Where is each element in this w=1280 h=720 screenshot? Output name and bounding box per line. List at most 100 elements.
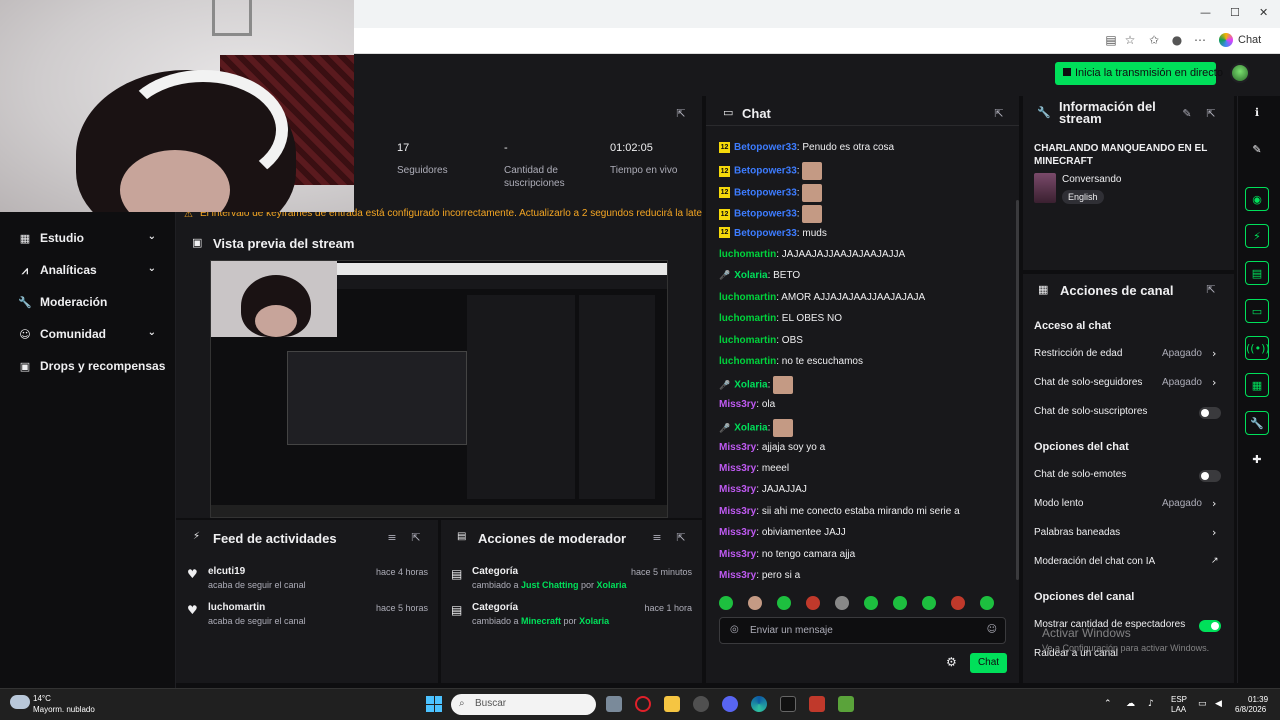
setting-rows_access-1[interactable]: Chat de solo-seguidores bbox=[1034, 377, 1142, 388]
chat-scrollbar[interactable] bbox=[1016, 200, 1019, 580]
chat-username[interactable]: Miss3ry bbox=[719, 549, 756, 560]
setting-rows_chat-3[interactable]: Moderación del chat con IA bbox=[1034, 556, 1155, 567]
toggle-switch[interactable] bbox=[1199, 407, 1221, 419]
cloud-icon[interactable]: ☁ bbox=[1126, 699, 1135, 709]
chat-username[interactable]: luchomartin bbox=[719, 292, 776, 303]
discord-icon[interactable] bbox=[722, 696, 738, 712]
setting-rows_access-2[interactable]: Chat de solo-suscriptores bbox=[1034, 406, 1147, 417]
nav-item-1[interactable]: ⩘ Analíticas ⌄ bbox=[18, 263, 168, 281]
filter-icon[interactable]: ≡ bbox=[386, 532, 398, 544]
popout-icon[interactable]: ⇱ bbox=[675, 532, 687, 544]
chat-username[interactable]: Miss3ry bbox=[719, 463, 756, 474]
toggle-switch[interactable] bbox=[1199, 470, 1221, 482]
setting-rows_chat-0[interactable]: Chat de solo-emotes bbox=[1034, 469, 1126, 480]
minimize-button[interactable]: — bbox=[1200, 6, 1211, 19]
chat-username[interactable]: Betopower33 bbox=[734, 228, 797, 239]
go-live-button[interactable]: Inicia la transmisión en directo bbox=[1055, 62, 1223, 85]
camera-icon[interactable]: ◉ bbox=[1245, 187, 1269, 211]
chat-username[interactable]: Betopower33 bbox=[734, 187, 797, 198]
chat-username[interactable]: luchomartin bbox=[719, 335, 776, 346]
chat-username[interactable]: luchomartin bbox=[719, 249, 776, 260]
setting-rows_channel-1[interactable]: Raidear a un canal bbox=[1034, 648, 1118, 659]
broadcast-icon[interactable]: ((•)) bbox=[1245, 336, 1270, 360]
keyboard-layout[interactable]: LAA bbox=[1171, 705, 1186, 715]
edit-icon[interactable]: ✎ bbox=[1181, 108, 1193, 120]
chat-username[interactable]: Miss3ry bbox=[719, 570, 756, 581]
nav-item-3[interactable]: ☺ Comunidad ⌄ bbox=[18, 327, 168, 345]
profile-icon[interactable]: ● bbox=[1170, 33, 1184, 47]
popout-icon[interactable]: ⇱ bbox=[1205, 284, 1217, 296]
chat-username[interactable]: luchomartin bbox=[719, 356, 776, 367]
chat-username[interactable]: Miss3ry bbox=[719, 506, 756, 517]
tray-chevron-icon[interactable]: ⌃ bbox=[1104, 699, 1112, 709]
taskbar-search[interactable]: ⌕ Buscar bbox=[451, 694, 596, 715]
edge-icon[interactable] bbox=[751, 696, 767, 712]
terminal-icon[interactable] bbox=[780, 696, 796, 712]
setting-rows_chat-2[interactable]: Palabras baneadas bbox=[1034, 527, 1120, 538]
wrench-icon[interactable]: 🔧 bbox=[1245, 411, 1269, 435]
file-explorer-icon[interactable] bbox=[664, 696, 680, 712]
document-icon[interactable]: ▤ bbox=[1245, 261, 1269, 285]
emote-button[interactable] bbox=[893, 595, 907, 610]
nav-item-4[interactable]: ▣ Drops y recompensas bbox=[18, 359, 168, 377]
chat-username[interactable]: Xolaria bbox=[734, 423, 767, 434]
info-icon[interactable]: ℹ bbox=[1245, 101, 1269, 125]
lightning-icon[interactable]: ⚡ bbox=[1245, 224, 1269, 248]
film-icon[interactable]: ▦ bbox=[1245, 373, 1269, 397]
chat-username[interactable]: Miss3ry bbox=[719, 527, 756, 538]
favorite-star-icon[interactable]: ☆ bbox=[1123, 33, 1137, 47]
setting-rows_channel-0[interactable]: Mostrar cantidad de espectadores bbox=[1034, 619, 1185, 630]
emote-button[interactable] bbox=[719, 595, 733, 610]
weather-temp[interactable]: 14°C bbox=[33, 694, 51, 704]
emote-button[interactable] bbox=[748, 595, 762, 610]
task-view-icon[interactable] bbox=[606, 696, 622, 712]
reader-icon[interactable]: ▤ bbox=[1104, 33, 1118, 47]
clock-time[interactable]: 01:39 bbox=[1248, 695, 1268, 705]
pencil-icon[interactable]: ✎ bbox=[1245, 138, 1269, 162]
emote-button[interactable] bbox=[951, 595, 965, 610]
popout-icon[interactable]: ⇱ bbox=[410, 532, 422, 544]
copilot-chat-label[interactable]: Chat bbox=[1238, 34, 1261, 46]
channel-points-icon[interactable]: ◎ bbox=[730, 624, 739, 635]
chat-username[interactable]: Xolaria bbox=[734, 380, 767, 391]
feed-user[interactable]: luchomartin bbox=[208, 602, 265, 613]
emote-row[interactable] bbox=[719, 594, 1011, 612]
chevron-right-icon[interactable]: › bbox=[1212, 526, 1216, 539]
popout-icon[interactable]: ⇱ bbox=[1205, 108, 1217, 120]
chat-username[interactable]: Miss3ry bbox=[719, 442, 756, 453]
modaction-game[interactable]: Minecraft bbox=[521, 616, 561, 626]
stream-preview-video[interactable] bbox=[210, 260, 668, 518]
emote-button[interactable] bbox=[777, 595, 791, 610]
feed-user[interactable]: elcuti19 bbox=[208, 566, 245, 577]
tag-chip[interactable]: English bbox=[1062, 190, 1104, 204]
nav-item-0[interactable]: ▦ Estudio ⌄ bbox=[18, 231, 168, 249]
close-button[interactable]: ✕ bbox=[1259, 6, 1268, 19]
mic-icon[interactable]: ♪ bbox=[1148, 699, 1154, 709]
language-code[interactable]: ESP bbox=[1171, 695, 1187, 705]
nav-item-2[interactable]: 🔧 Moderación bbox=[18, 295, 168, 313]
modaction-by[interactable]: Xolaria bbox=[597, 580, 627, 590]
maximize-button[interactable]: ☐ bbox=[1230, 6, 1240, 19]
emote-button[interactable] bbox=[864, 595, 878, 610]
app-icon[interactable] bbox=[809, 696, 825, 712]
chat-input[interactable]: ◎ Enviar un mensaje ☺ bbox=[719, 617, 1006, 644]
chevron-right-icon[interactable]: › bbox=[1212, 347, 1216, 360]
modaction-game[interactable]: Just Chatting bbox=[521, 580, 579, 590]
weather-icon[interactable] bbox=[10, 695, 30, 709]
add-widget-icon[interactable]: ✚ bbox=[1245, 448, 1269, 472]
filter-icon[interactable]: ≡ bbox=[651, 532, 663, 544]
gear-icon[interactable]: ⚙ bbox=[946, 655, 957, 669]
external-link-icon[interactable]: ↗ bbox=[1211, 556, 1219, 566]
chat-username[interactable]: luchomartin bbox=[719, 313, 776, 324]
setting-rows_access-0[interactable]: Restricción de edad bbox=[1034, 348, 1122, 359]
emote-button[interactable] bbox=[980, 595, 994, 610]
clock-date[interactable]: 6/8/2026 bbox=[1235, 705, 1266, 715]
chevron-right-icon[interactable]: › bbox=[1212, 376, 1216, 389]
toggle-switch[interactable] bbox=[1199, 620, 1221, 632]
chevron-down-icon[interactable]: ⌄ bbox=[148, 263, 156, 274]
setting-rows_chat-1[interactable]: Modo lento bbox=[1034, 498, 1083, 509]
opera-icon[interactable] bbox=[635, 696, 651, 712]
volume-icon[interactable]: ◀ bbox=[1215, 699, 1222, 709]
chevron-down-icon[interactable]: ⌄ bbox=[148, 327, 156, 338]
favorites-icon[interactable]: ✩ bbox=[1147, 33, 1161, 47]
